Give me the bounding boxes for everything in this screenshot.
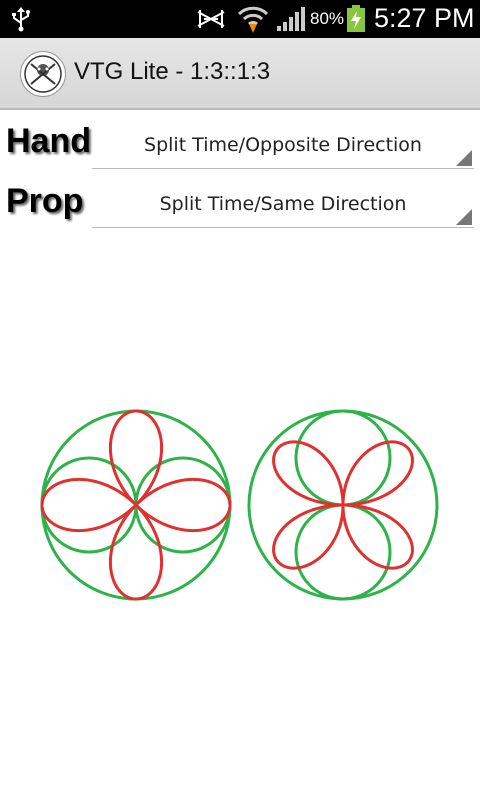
pattern-canvas [40,409,439,601]
app-logo-icon[interactable] [20,51,66,97]
dropdown-arrow-icon [456,209,472,225]
left-pattern [40,409,232,601]
app-title: VTG Lite - 1:3::1:3 [74,58,271,85]
cell-signal-icon [277,7,305,31]
status-bar: 80% 5:27 PM [0,0,480,38]
hand-spinner-value: Split Time/Opposite Direction [144,134,422,156]
no-signal-icon [197,10,225,28]
hand-label: Hand [6,122,91,160]
battery-charging-icon [347,5,365,32]
prop-label: Prop [6,182,84,220]
usb-icon [12,7,30,32]
dropdown-arrow-icon [456,150,472,166]
hand-small-circle [40,456,138,554]
hand-small-circle [134,456,232,554]
prop-spinner-value: Split Time/Same Direction [159,193,407,215]
prop-spinner[interactable]: Split Time/Same Direction [92,183,474,228]
hand-spinner[interactable]: Split Time/Opposite Direction [92,124,474,169]
right-pattern [247,409,439,601]
battery-percent: 80% [310,9,345,28]
wifi-icon [237,6,269,33]
clock: 5:27 PM [374,3,475,33]
app-bar: VTG Lite - 1:3::1:3 [0,38,480,110]
prop-path [272,440,414,570]
